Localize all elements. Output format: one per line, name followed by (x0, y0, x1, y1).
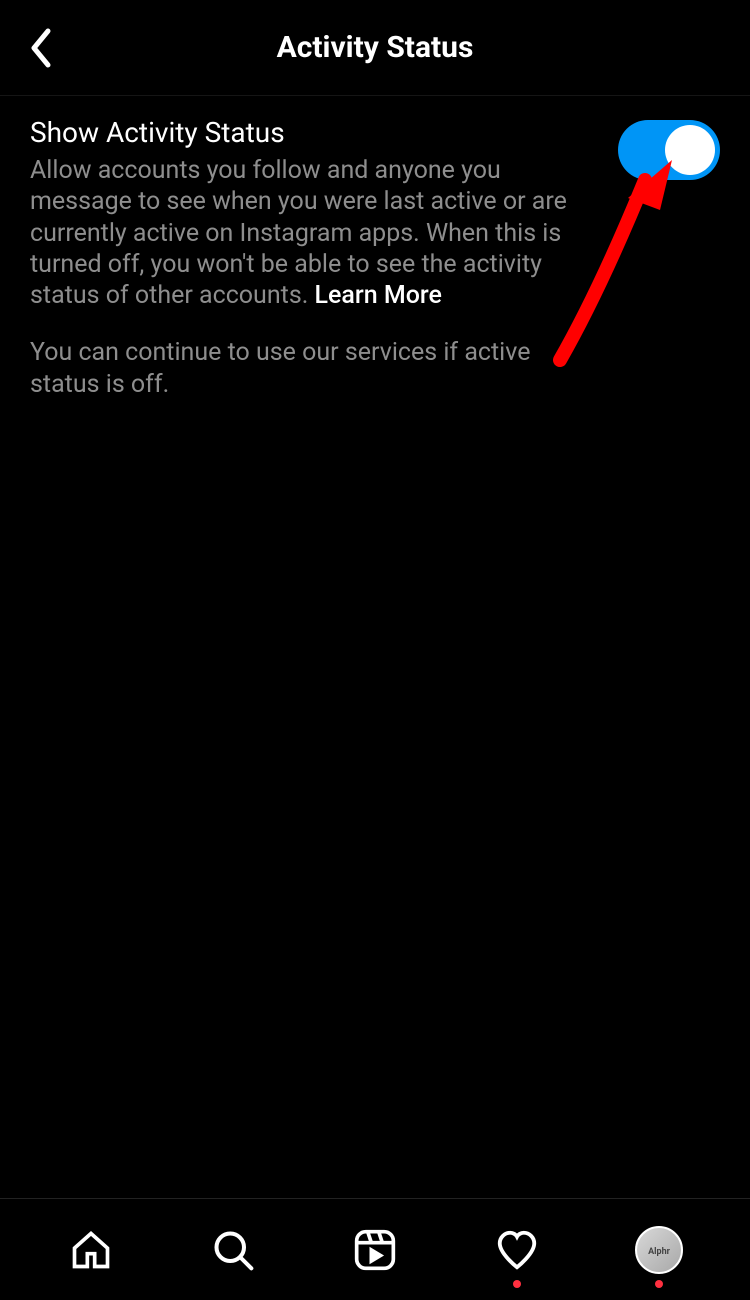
back-button[interactable] (16, 24, 64, 72)
chevron-left-icon (28, 27, 52, 69)
svg-text:Alphr: Alphr (648, 1247, 671, 1257)
header: Activity Status (0, 0, 750, 96)
bottom-nav: Alphr (0, 1198, 750, 1300)
home-icon (69, 1228, 113, 1272)
activity-status-setting: Show Activity Status Allow accounts you … (30, 116, 720, 400)
page-title: Activity Status (277, 30, 474, 65)
profile-avatar: Alphr (635, 1226, 683, 1274)
learn-more-link[interactable]: Learn More (315, 281, 442, 310)
setting-description: Allow accounts you follow and anyone you… (30, 155, 598, 311)
content-area: Show Activity Status Allow accounts you … (0, 96, 750, 420)
activity-status-toggle[interactable] (618, 120, 720, 180)
setting-description-text: Allow accounts you follow and anyone you… (30, 156, 567, 310)
nav-search[interactable] (205, 1222, 261, 1278)
nav-reels[interactable] (347, 1222, 403, 1278)
toggle-knob (665, 125, 715, 175)
profile-badge-dot (655, 1280, 663, 1288)
nav-profile[interactable]: Alphr (631, 1222, 687, 1278)
activity-badge-dot (513, 1280, 521, 1288)
setting-title: Show Activity Status (30, 116, 598, 149)
setting-footer-text: You can continue to use our services if … (30, 337, 598, 400)
nav-activity[interactable] (489, 1222, 545, 1278)
search-icon (211, 1228, 255, 1272)
heart-icon (494, 1227, 540, 1273)
reels-icon (353, 1228, 397, 1272)
nav-home[interactable] (63, 1222, 119, 1278)
setting-text-block: Show Activity Status Allow accounts you … (30, 116, 618, 400)
